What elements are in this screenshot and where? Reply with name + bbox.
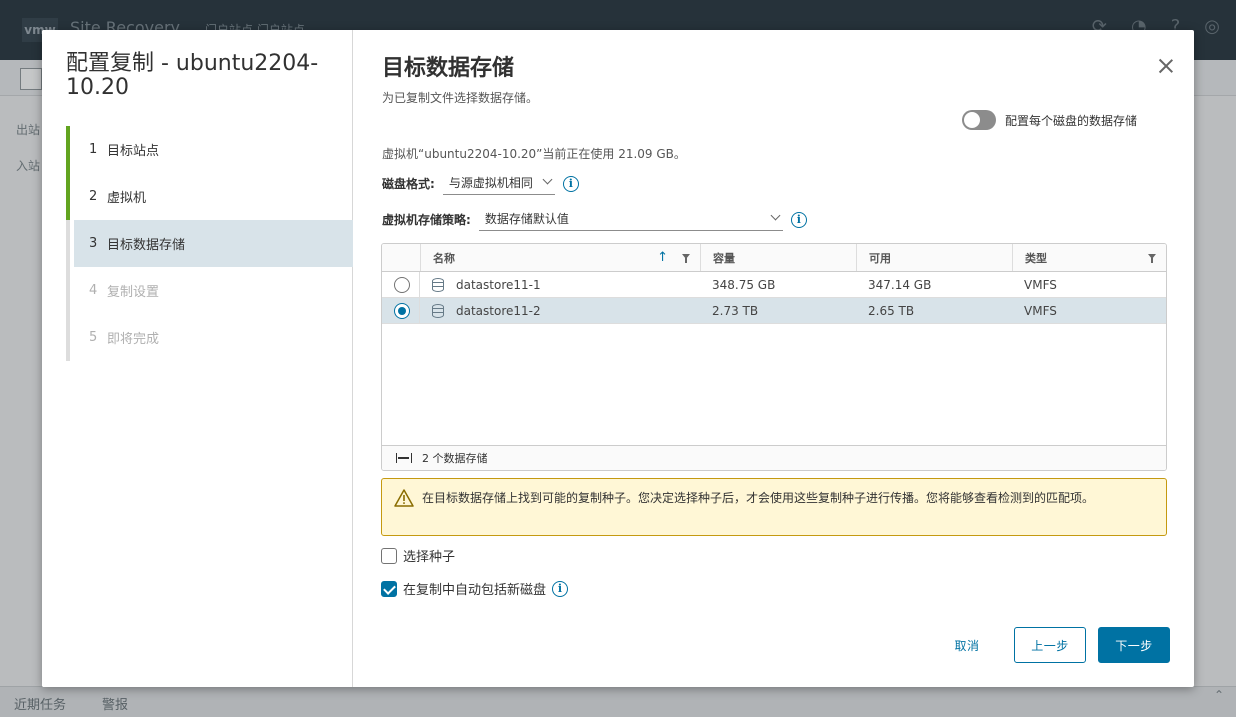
select-seed-checkbox[interactable] [381,547,397,564]
step-label: 虚拟机 [107,191,147,206]
storage-policy-select[interactable]: 数据存储默认值 [478,208,783,231]
step-replication-settings: 4 复制设置 [66,267,353,314]
datastore-icon [432,303,444,318]
datastore-name-cell: datastore11-1 [420,272,700,297]
datastore-name-cell: datastore11-2 [420,298,700,323]
step-indicator [66,314,70,361]
page-subtitle: 为已复制文件选择数据存储。 [382,91,539,105]
type-cell: VMFS [1024,277,1057,292]
info-icon[interactable]: i [790,211,807,228]
info-icon[interactable]: i [562,175,579,192]
wizard-title: 配置复制 - ubuntu2204-10.20 [66,51,319,100]
chevron-down-icon [770,210,781,221]
datastore-grid: 名称 ↑ 容量 可用 类型 datastore11-1 348.75 GB 34… [381,243,1167,471]
table-row[interactable]: datastore11-1 348.75 GB 347.14 GB VMFS [382,272,1166,298]
step-target-datastore[interactable]: 3 目标数据存储 [66,220,353,267]
configure-replication-modal: 配置复制 - ubuntu2204-10.20 1 目标站点 2 虚拟机 3 目… [42,30,1194,687]
column-label: 容量 [713,251,735,265]
close-icon[interactable] [1158,58,1174,74]
per-disk-toggle-label: 配置每个磁盘的数据存储 [1005,113,1138,128]
column-header-capacity[interactable]: 容量 [700,244,856,271]
disk-format-label: 磁盘格式: [382,177,435,191]
step-label: 即将完成 [107,332,160,347]
row-select-cell [382,272,420,297]
step-label: 目标站点 [107,144,160,159]
step-indicator [66,220,70,267]
filter-icon[interactable] [1148,254,1156,263]
sort-ascending-icon[interactable]: ↑ [657,250,668,265]
step-number: 3 [89,236,98,251]
datastore-count: 2 个数据存储 [422,452,488,465]
type-cell: VMFS [1024,303,1057,318]
step-vm[interactable]: 2 虚拟机 [66,173,353,220]
wizard-steps: 1 目标站点 2 虚拟机 3 目标数据存储 4 复制设置 5 即将完成 [66,126,353,361]
seed-warning-alert: 在目标数据存储上找到可能的复制种子。您决定选择种子后，才会使用这些复制种子进行传… [381,478,1167,536]
step-number: 1 [89,142,98,157]
step-number: 5 [89,330,98,345]
row-select-cell [382,298,420,323]
datastore-name: datastore11-1 [456,277,541,292]
page-title: 目标数据存储 [382,56,515,81]
wizard-content: 目标数据存储 为已复制文件选择数据存储。 配置每个磁盘的数据存储 虚拟机“ubu… [354,30,1194,687]
row-radio[interactable] [394,276,410,293]
next-button[interactable]: 下一步 [1098,627,1170,663]
step-indicator [66,267,70,314]
disk-format-row: 磁盘格式: 与源虚拟机相同 i [382,172,579,195]
free-cell: 347.14 GB [868,277,932,292]
alert-text: 在目标数据存储上找到可能的复制种子。您决定选择种子后，才会使用这些复制种子进行传… [422,491,1095,505]
step-label: 目标数据存储 [107,238,186,253]
cancel-button[interactable]: 取消 [940,627,994,663]
step-indicator [66,126,70,173]
wizard-nav: 配置复制 - ubuntu2204-10.20 1 目标站点 2 虚拟机 3 目… [42,30,353,687]
column-toggle-icon[interactable] [396,453,412,463]
storage-policy-row: 虚拟机存储策略: 数据存储默认值 i [382,208,807,231]
column-header-name[interactable]: 名称 ↑ [420,244,700,271]
datastore-icon [432,277,444,292]
disk-format-value: 与源虚拟机相同 [448,176,533,190]
row-radio[interactable] [394,302,410,319]
column-header-free[interactable]: 可用 [856,244,1012,271]
datastore-name: datastore11-2 [456,303,541,318]
select-seed-label: 选择种子 [403,550,456,565]
step-target-site[interactable]: 1 目标站点 [66,126,353,173]
column-label: 名称 [433,251,455,265]
grid-header: 名称 ↑ 容量 可用 类型 [382,244,1166,272]
grid-footer: 2 个数据存储 [382,445,1166,470]
chevron-down-icon [542,174,553,185]
step-number: 4 [89,283,98,298]
capacity-cell: 348.75 GB [712,277,776,292]
auto-include-checkbox[interactable] [381,580,397,597]
disk-format-select[interactable]: 与源虚拟机相同 [442,172,555,195]
step-number: 2 [89,189,98,204]
storage-policy-label: 虚拟机存储策略: [382,213,471,227]
auto-include-option[interactable]: 在复制中自动包括新磁盘 i [381,579,569,598]
column-label: 类型 [1025,251,1047,265]
select-column-header [382,244,420,271]
per-disk-toggle-wrap: 配置每个磁盘的数据存储 [962,110,1137,130]
auto-include-label: 在复制中自动包括新磁盘 [403,583,547,598]
step-label: 复制设置 [107,285,160,300]
step-ready-to-complete: 5 即将完成 [66,314,353,361]
step-indicator [66,173,70,220]
column-label: 可用 [869,251,891,265]
vm-usage-text: 虚拟机“ubuntu2204-10.20”当前正在使用 21.09 GB。 [382,147,686,161]
back-button[interactable]: 上一步 [1014,627,1086,663]
warning-icon [394,489,414,507]
capacity-cell: 2.73 TB [712,303,759,318]
free-cell: 2.65 TB [868,303,915,318]
info-icon[interactable]: i [552,580,569,597]
storage-policy-value: 数据存储默认值 [484,212,569,226]
table-row[interactable]: datastore11-2 2.73 TB 2.65 TB VMFS [382,298,1166,324]
column-header-type[interactable]: 类型 [1012,244,1166,271]
filter-icon[interactable] [682,254,690,263]
per-disk-toggle[interactable] [962,110,996,130]
select-seed-option[interactable]: 选择种子 [381,546,455,565]
